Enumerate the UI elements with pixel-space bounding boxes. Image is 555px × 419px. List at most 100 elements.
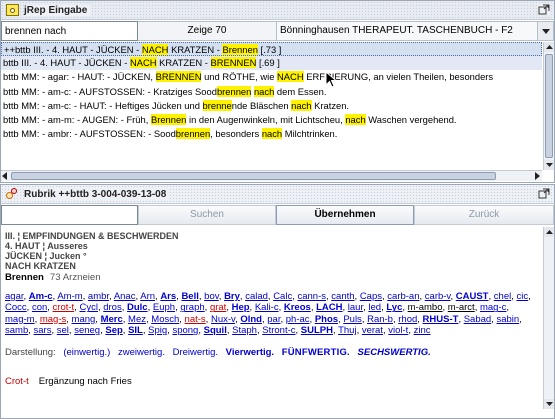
remedy-link[interactable]: Cycl (79, 302, 97, 313)
remedy-link[interactable]: Puls (343, 314, 361, 325)
remedy-link[interactable]: par (267, 314, 280, 325)
back-button[interactable]: Zurück (414, 205, 554, 225)
remedy-link[interactable]: m-arct (448, 302, 475, 313)
remedy-link[interactable]: mang (72, 314, 96, 325)
remedy-link[interactable]: Euph (153, 302, 175, 313)
accept-button[interactable]: Übernehmen (276, 205, 414, 225)
remedy-link[interactable]: Staph (232, 325, 257, 336)
remedy-link[interactable]: Nux-v (211, 314, 235, 325)
remedy-link[interactable]: Spig (148, 325, 167, 336)
remedy-link[interactable]: Lyc (386, 302, 402, 313)
remedy-link[interactable]: Cocc (5, 302, 27, 313)
book-select[interactable]: Bönninghausen THERAPEUT. TASCHENBUCH - F… (276, 21, 554, 41)
remedy-link[interactable]: canth (331, 291, 354, 302)
remedy-link[interactable]: mag-m (5, 314, 35, 325)
rubric-vertical-scrollbar[interactable] (543, 227, 554, 409)
remedy-link[interactable]: Arn (140, 291, 155, 302)
remedy-link[interactable]: Phos (315, 314, 338, 325)
remedy-link[interactable]: bov (204, 291, 219, 302)
result-row[interactable]: bttb MM: - am-m: - AUGEN: - Früh, Brenne… (1, 113, 542, 127)
remedy-link[interactable]: led (368, 302, 381, 313)
remedy-link[interactable]: SULPH (301, 325, 333, 336)
remedy-link[interactable]: zinc (414, 325, 431, 336)
scroll-thumb[interactable] (545, 54, 553, 158)
remedy-link[interactable]: SIL (128, 325, 143, 336)
remedy-link[interactable]: sars (34, 325, 52, 336)
result-row[interactable]: bttb MM: - ambr: - AUFSTOSSEN: - Soodbre… (1, 127, 542, 141)
remedy-link[interactable]: Kreos (284, 302, 311, 313)
h-scroll-thumb[interactable] (11, 172, 496, 180)
remedy-link[interactable]: graph (180, 302, 204, 313)
scroll-right-icon[interactable] (535, 172, 540, 183)
remedy-link[interactable]: mag-c (480, 302, 506, 313)
result-row[interactable]: ++bttb III. - 4. HAUT - JÜCKEN - NACH KR… (1, 42, 542, 57)
rubric-window-titlebar[interactable]: Rubrik ++bttb 3-004-039-13-08 (1, 185, 554, 204)
remedy-link[interactable]: dros (103, 302, 121, 313)
remedy-link[interactable]: Olnd (240, 314, 262, 325)
remedy-link[interactable]: samb (5, 325, 28, 336)
result-row[interactable]: bttb MM: - am-c: - HAUT: - Heftiges Jück… (1, 99, 542, 113)
remedy-link[interactable]: Hep (232, 302, 250, 313)
remedy-link[interactable]: agar (5, 291, 24, 302)
remedy-link[interactable]: sabin (496, 314, 519, 325)
remedy-link[interactable]: Calc (273, 291, 292, 302)
remedy-link[interactable]: mag-s (40, 314, 66, 325)
chevron-down-icon[interactable] (537, 22, 553, 40)
remedy-link[interactable]: cic (517, 291, 529, 302)
scroll-up-icon[interactable] (544, 227, 554, 237)
remedy-link[interactable]: Sep (105, 325, 122, 336)
remedy-link[interactable]: m-ambo (408, 302, 443, 313)
remedy-link[interactable]: Bell (181, 291, 198, 302)
scroll-up-icon[interactable] (544, 42, 554, 52)
remedy-link[interactable]: RHUS-T (423, 314, 459, 325)
remedy-link[interactable]: CAUST (456, 291, 489, 302)
scroll-down-icon[interactable] (544, 399, 554, 409)
remedy-link[interactable]: Ran-b (367, 314, 393, 325)
remedy-link[interactable]: Squil (204, 325, 227, 336)
remedy-link[interactable]: carb-an (387, 291, 419, 302)
scroll-down-icon[interactable] (544, 160, 554, 170)
result-row[interactable]: bttb III. - 4. HAUT - JÜCKEN - NACH KRAT… (1, 56, 542, 71)
remedy-link[interactable]: ph-ac (286, 314, 310, 325)
result-row[interactable]: bttb MM: - agar: - HAUT: - JÜCKEN, BRENN… (1, 70, 542, 84)
remedy-link[interactable]: Ars (160, 291, 176, 302)
remedy-link[interactable]: Sabad (464, 314, 491, 325)
horizontal-scrollbar[interactable] (1, 170, 542, 181)
remedy-link[interactable]: calad (245, 291, 268, 302)
remedy-link[interactable]: viol-t (388, 325, 408, 336)
remedy-link[interactable]: spong (172, 325, 198, 336)
result-row[interactable]: bttb MM: - am-c: - AUFSTOSSEN: - Kratzig… (1, 85, 542, 99)
maximize-icon[interactable] (538, 188, 550, 199)
remedy-link[interactable]: grat (210, 302, 226, 313)
remedy-link[interactable]: LACH (316, 302, 342, 313)
remedy-link[interactable]: Thuj (338, 325, 356, 336)
search-input[interactable] (1, 21, 138, 41)
remedy-link[interactable]: Stront-c (262, 325, 295, 336)
remedy-link[interactable]: con (32, 302, 47, 313)
remedy-link[interactable]: crot-t (53, 302, 75, 313)
maximize-icon[interactable] (538, 4, 550, 15)
remedy-link[interactable]: sel (57, 325, 69, 336)
remedy-link[interactable]: Merc (101, 314, 123, 325)
remedy-link[interactable]: Bry (224, 291, 240, 302)
remedy-link[interactable]: Mosch (151, 314, 179, 325)
remedy-link[interactable]: ambr (88, 291, 109, 302)
remedy-link[interactable]: chel (494, 291, 511, 302)
remedy-link[interactable]: Caps (360, 291, 382, 302)
remedy-link[interactable]: Mez (128, 314, 146, 325)
remedy-link[interactable]: Am-m (57, 291, 82, 302)
remedy-link[interactable]: Am-c (29, 291, 53, 302)
remedy-link[interactable]: Kali-c (255, 302, 279, 313)
vertical-scrollbar[interactable] (543, 42, 554, 170)
remedy-link[interactable]: cann-s (297, 291, 326, 302)
remedy-link[interactable]: rhod (398, 314, 417, 325)
remedy-link[interactable]: nat-s (185, 314, 206, 325)
remedy-link[interactable]: laur (348, 302, 363, 313)
rubric-input[interactable] (1, 205, 138, 225)
remedy-link[interactable]: carb-v (425, 291, 451, 302)
scroll-left-icon[interactable] (2, 172, 7, 183)
remedy-link[interactable]: verat (362, 325, 383, 336)
input-window-titlebar[interactable]: jRep Eingabe (1, 1, 554, 20)
remedy-link[interactable]: seneg (74, 325, 100, 336)
search-button[interactable]: Suchen (138, 205, 276, 225)
